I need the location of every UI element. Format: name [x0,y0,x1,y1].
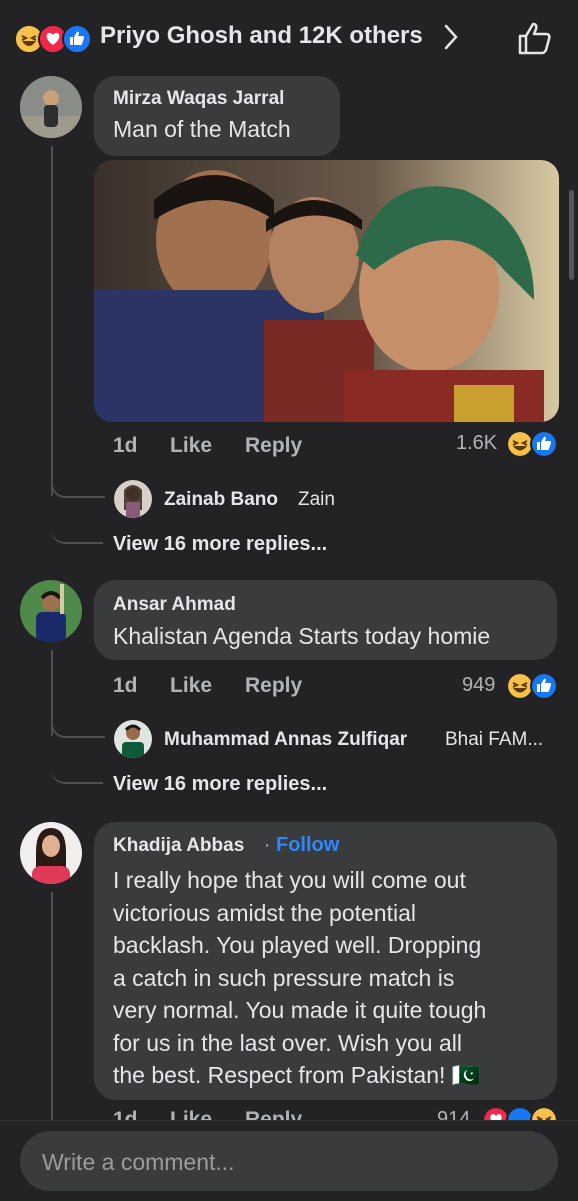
comment-author[interactable]: Mirza Waqas Jarral [113,88,284,110]
comment-time: 1d [113,434,138,457]
comment-bubble[interactable]: Mirza Waqas Jarral Man of the Match [94,76,340,156]
comment-bubble[interactable]: Ansar Ahmad Khalistan Agenda Starts toda… [94,580,557,660]
thread-connector [51,470,105,498]
comment-text-line: the best. Respect from Pakistan! 🇵🇰 [113,1062,481,1088]
avatar-photo [20,580,82,642]
comment-text-line: victorious amidst the potential [113,899,416,926]
comment-text-line: backlash. You played well. Dropping [113,932,482,958]
avatar-photo [114,480,152,518]
comment-author[interactable]: Khadija Abbas [113,835,244,857]
comment-actions-row: 1d Like Reply 914 [0,1104,578,1120]
thread-connector [51,736,103,784]
avatar[interactable] [114,720,152,758]
avatar-photo [114,720,152,758]
reactions-header[interactable]: Priyo Ghosh and 12K others [0,0,578,70]
reactions-summary[interactable]: Priyo Ghosh and 12K others [100,22,423,50]
thread-connector [51,496,103,544]
like-button[interactable]: Like [170,434,212,458]
comment-text: I really hope that you will come out vic… [113,864,549,1092]
comment-input[interactable] [40,1131,544,1193]
view-more-replies[interactable]: View 16 more replies... [113,533,327,556]
scrollbar[interactable] [569,190,574,280]
reaction-count[interactable]: 949 [462,674,495,697]
comment-text-line: a catch in such pressure match is [113,964,455,991]
reaction-count[interactable]: 1.6K [456,432,497,455]
avatar-photo [20,822,82,884]
follow-button[interactable]: Follow [276,834,339,857]
reply-button[interactable]: Reply [245,674,302,698]
comment-time: 1d [113,1108,138,1120]
avatar-photo [20,76,82,138]
like-button[interactable]: Like [170,1108,212,1120]
comment-time: 1d [113,674,138,697]
reply-text: Bhai FAM... [445,729,544,750]
comment-composer[interactable] [20,1131,558,1193]
thread-connector [51,710,105,738]
thread-line [51,892,53,1120]
thread-line [51,146,53,496]
comment-text-line: very normal. You made it quite tough [113,997,487,1023]
like-button[interactable]: Like [170,674,212,698]
avatar[interactable] [114,480,152,518]
comment-image[interactable] [94,160,559,422]
like-icon [62,24,92,54]
separator-dot: · [264,835,271,856]
haha-icon [530,1106,558,1120]
reply-author[interactable]: Muhammad Annas Zulfiqar [164,729,407,751]
reply-author[interactable]: Zainab Bano [164,489,278,511]
comment-bubble[interactable]: Khadija Abbas · Follow I really hope tha… [94,822,557,1100]
comment-text: Khalistan Agenda Starts today homie [113,623,491,649]
thumbs-up-icon[interactable] [515,20,553,58]
movie-still-image [94,160,559,422]
reply-text: Zain [298,489,335,510]
avatar[interactable] [20,822,82,884]
chevron-right-icon[interactable] [438,20,464,54]
comment-text: Man of the Match [113,116,291,142]
reaction-count[interactable]: 914 [437,1108,470,1120]
avatar[interactable] [20,580,82,642]
like-icon [530,672,558,700]
like-icon [530,430,558,458]
reply-button[interactable]: Reply [245,434,302,458]
reply-button[interactable]: Reply [245,1108,302,1120]
view-more-replies[interactable]: View 16 more replies... [113,773,327,796]
comment-author[interactable]: Ansar Ahmad [113,594,236,616]
avatar[interactable] [20,76,82,138]
comment-text-line: for us in the last over. Wish you all [113,1029,462,1056]
reaction-icons [14,24,98,54]
comment-text-line: I really hope that you will come out [113,867,466,893]
